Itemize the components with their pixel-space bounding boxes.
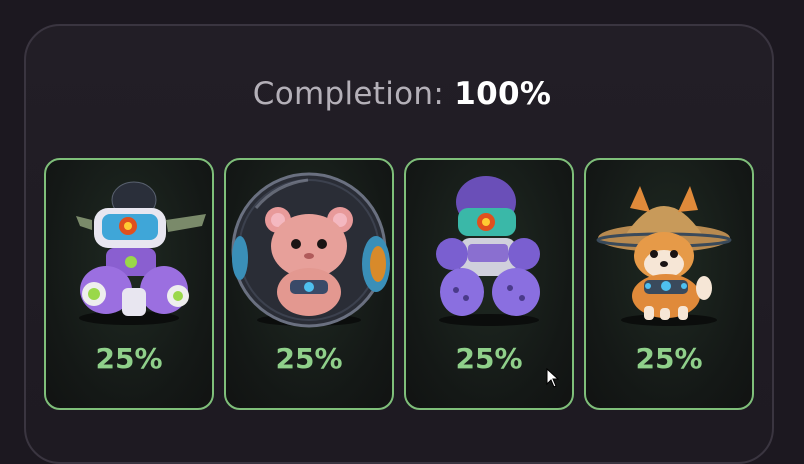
card-percent: 25% [95,342,163,375]
completion-heading: Completion: 100% [0,76,804,112]
card-percent: 25% [275,342,343,375]
shiba-dog-hat-icon [596,186,732,326]
mouse-cursor-icon [546,368,560,388]
card-shiba-straw-hat[interactable]: 25% [584,158,754,410]
completion-label: Completion: [252,76,445,112]
completion-value: 100% [454,76,552,112]
robot-mech-icon [76,181,206,325]
astronaut-mech-icon [436,176,540,326]
hamster-in-ball-icon [231,172,390,328]
card-hamster-ball[interactable]: 25% [224,158,394,410]
card-robot-mech[interactable]: 25% [44,158,214,410]
card-percent: 25% [635,342,703,375]
